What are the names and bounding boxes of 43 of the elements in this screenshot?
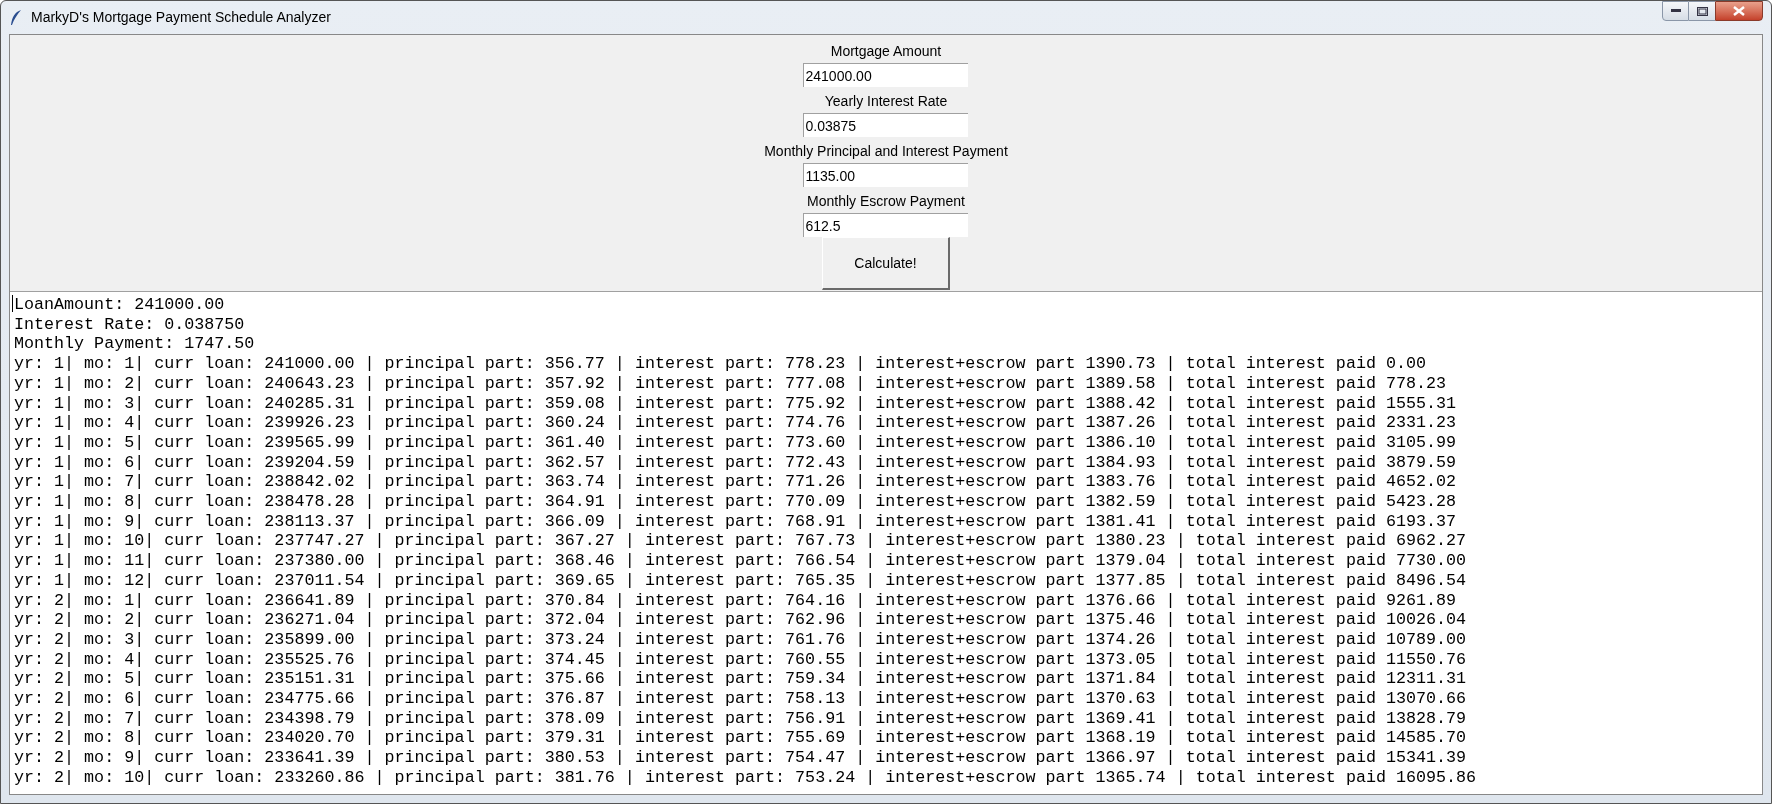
input-field[interactable]: 1135.00: [803, 163, 969, 187]
output-line: yr: 2| mo: 6| curr loan: 234775.66 | principal part: 376.87 | interest part: 758.13 | interest+escrow part 1370.63 | total interest paid 13070.66: [14, 689, 1467, 709]
output-line: yr: 2| mo: 1| curr loan: 236641.89 | principal part: 370.84 | interest part: 764.16 | interest+escrow part 1376.66 | total interest paid 9261.89: [14, 590, 1457, 611]
input-field[interactable]: 0.03875: [803, 113, 969, 137]
output-line: yr: 1| mo: 12| curr loan: 237011.54 | principal part: 369.65 | interest part: 765.35 | interest+escrow part 1377.85 | total interest paid 8496.54: [14, 570, 1467, 591]
output-line: LoanAmount: 241000.00: [14, 295, 225, 315]
output-line: yr: 1| mo: 4| curr loan: 239926.23 | principal part: 360.24 | interest part: 774.76 | interest+escrow part 1387.26 | total interest paid 2331.23: [14, 413, 1457, 433]
output-line: yr: 2| mo: 5| curr loan: 235151.31 | principal part: 375.66 | interest part: 759.34 | interest+escrow part 1371.84 | total interest paid 12311.31: [14, 669, 1467, 690]
output-line: yr: 2| mo: 9| curr loan: 233641.39 | principal part: 380.53 | interest part: 754.47 | interest+escrow part 1366.97 | total interest paid 15341.39: [14, 748, 1467, 768]
output-line: Interest Rate: 0.038750: [14, 314, 245, 335]
output-line: yr: 2| mo: 2| curr loan: 236271.04 | principal part: 372.04 | interest part: 762.96 | interest+escrow part 1375.46 | total interest paid 10026.04: [14, 610, 1467, 630]
output-line: yr: 2| mo: 3| curr loan: 235899.00 | principal part: 373.24 | interest part: 761.76 | interest+escrow part 1374.26 | total interest paid 10789.00: [14, 629, 1467, 650]
output-line: yr: 2| mo: 7| curr loan: 234398.79 | principal part: 378.09 | interest part: 756.91 | interest+escrow part 1369.41 | total interest paid 13828.79: [14, 708, 1467, 729]
field-label: Mortgage Amount: [830, 42, 942, 61]
output-line: Monthly Payment: 1747.50: [14, 334, 255, 355]
feather-icon: [9, 8, 23, 27]
output-line: yr: 2| mo: 8| curr loan: 234020.70 | principal part: 379.31 | interest part: 755.69 | interest+escrow part 1368.19 | total interest paid 14585.70: [14, 728, 1467, 749]
close-icon: [1733, 6, 1745, 16]
output-line: yr: 1| mo: 10| curr loan: 237747.27 | principal part: 367.27 | interest part: 767.73 | interest+escrow part 1380.23 | total interest paid 6962.27: [14, 531, 1467, 552]
output-line: yr: 1| mo: 7| curr loan: 238842.02 | principal part: 363.74 | interest part: 771.26 | interest+escrow part 1383.76 | total interest paid 4652.02: [14, 472, 1457, 493]
output-line: yr: 1| mo: 3| curr loan: 240285.31 | principal part: 359.08 | interest part: 775.92 | interest+escrow part 1388.42 | total interest paid 1555.31: [14, 393, 1457, 414]
output-line: yr: 1| mo: 6| curr loan: 239204.59 | principal part: 362.57 | interest part: 772.43 | interest+escrow part 1384.93 | total interest paid 3879.59: [14, 452, 1457, 473]
output-line: yr: 1| mo: 8| curr loan: 238478.28 | principal part: 364.91 | interest part: 770.09 | interest+escrow part 1382.59 | total interest paid 5423.28: [14, 492, 1457, 512]
output-line: yr: 1| mo: 2| curr loan: 240643.23 | principal part: 357.92 | interest part: 777.08 | interest+escrow part 1389.58 | total interest paid 778.23: [14, 373, 1447, 394]
field-label: Monthly Principal and Interest Payment: [764, 142, 1008, 161]
input-field[interactable]: 241000.00: [803, 63, 969, 87]
maximize-button[interactable]: [1689, 1, 1715, 21]
field-label: Yearly Interest Rate: [824, 92, 948, 111]
output-line: yr: 1| mo: 5| curr loan: 239565.99 | principal part: 361.40 | interest part: 773.60 | interest+escrow part 1386.10 | total interest paid 3105.99: [14, 432, 1457, 453]
minimize-button[interactable]: [1662, 1, 1689, 21]
text-cursor: [12, 295, 13, 312]
input-field[interactable]: 612.5: [803, 213, 969, 237]
window-title: MarkyD's Mortgage Payment Schedule Analyzer: [31, 8, 331, 27]
maximize-icon: [1696, 6, 1708, 16]
output-line: yr: 1| mo: 9| curr loan: 238113.37 | principal part: 366.09 | interest part: 768.91 | interest+escrow part 1381.41 | total interest paid 6193.37: [14, 511, 1457, 532]
close-button[interactable]: [1715, 1, 1763, 21]
output-line: yr: 1| mo: 11| curr loan: 237380.00 | principal part: 368.46 | interest part: 766.54 | interest+escrow part 1379.04 | total interest paid 7730.00: [14, 551, 1467, 571]
field-label: Monthly Escrow Payment: [807, 192, 965, 211]
calculate-button[interactable]: Calculate!: [822, 237, 950, 290]
output-line: yr: 2| mo: 10| curr loan: 233260.86 | principal part: 381.76 | interest part: 753.24 | interest+escrow part 1365.74 | total interest paid 16095.86: [14, 767, 1477, 788]
output-line: yr: 1| mo: 1| curr loan: 241000.00 | principal part: 356.77 | interest part: 778.23 | interest+escrow part 1390.73 | total interest paid 0.00: [14, 354, 1426, 374]
minimize-icon: [1670, 9, 1681, 13]
output-line: yr: 2| mo: 4| curr loan: 235525.76 | principal part: 374.45 | interest part: 760.55 | interest+escrow part 1373.05 | total interest paid 11550.76: [14, 649, 1467, 670]
